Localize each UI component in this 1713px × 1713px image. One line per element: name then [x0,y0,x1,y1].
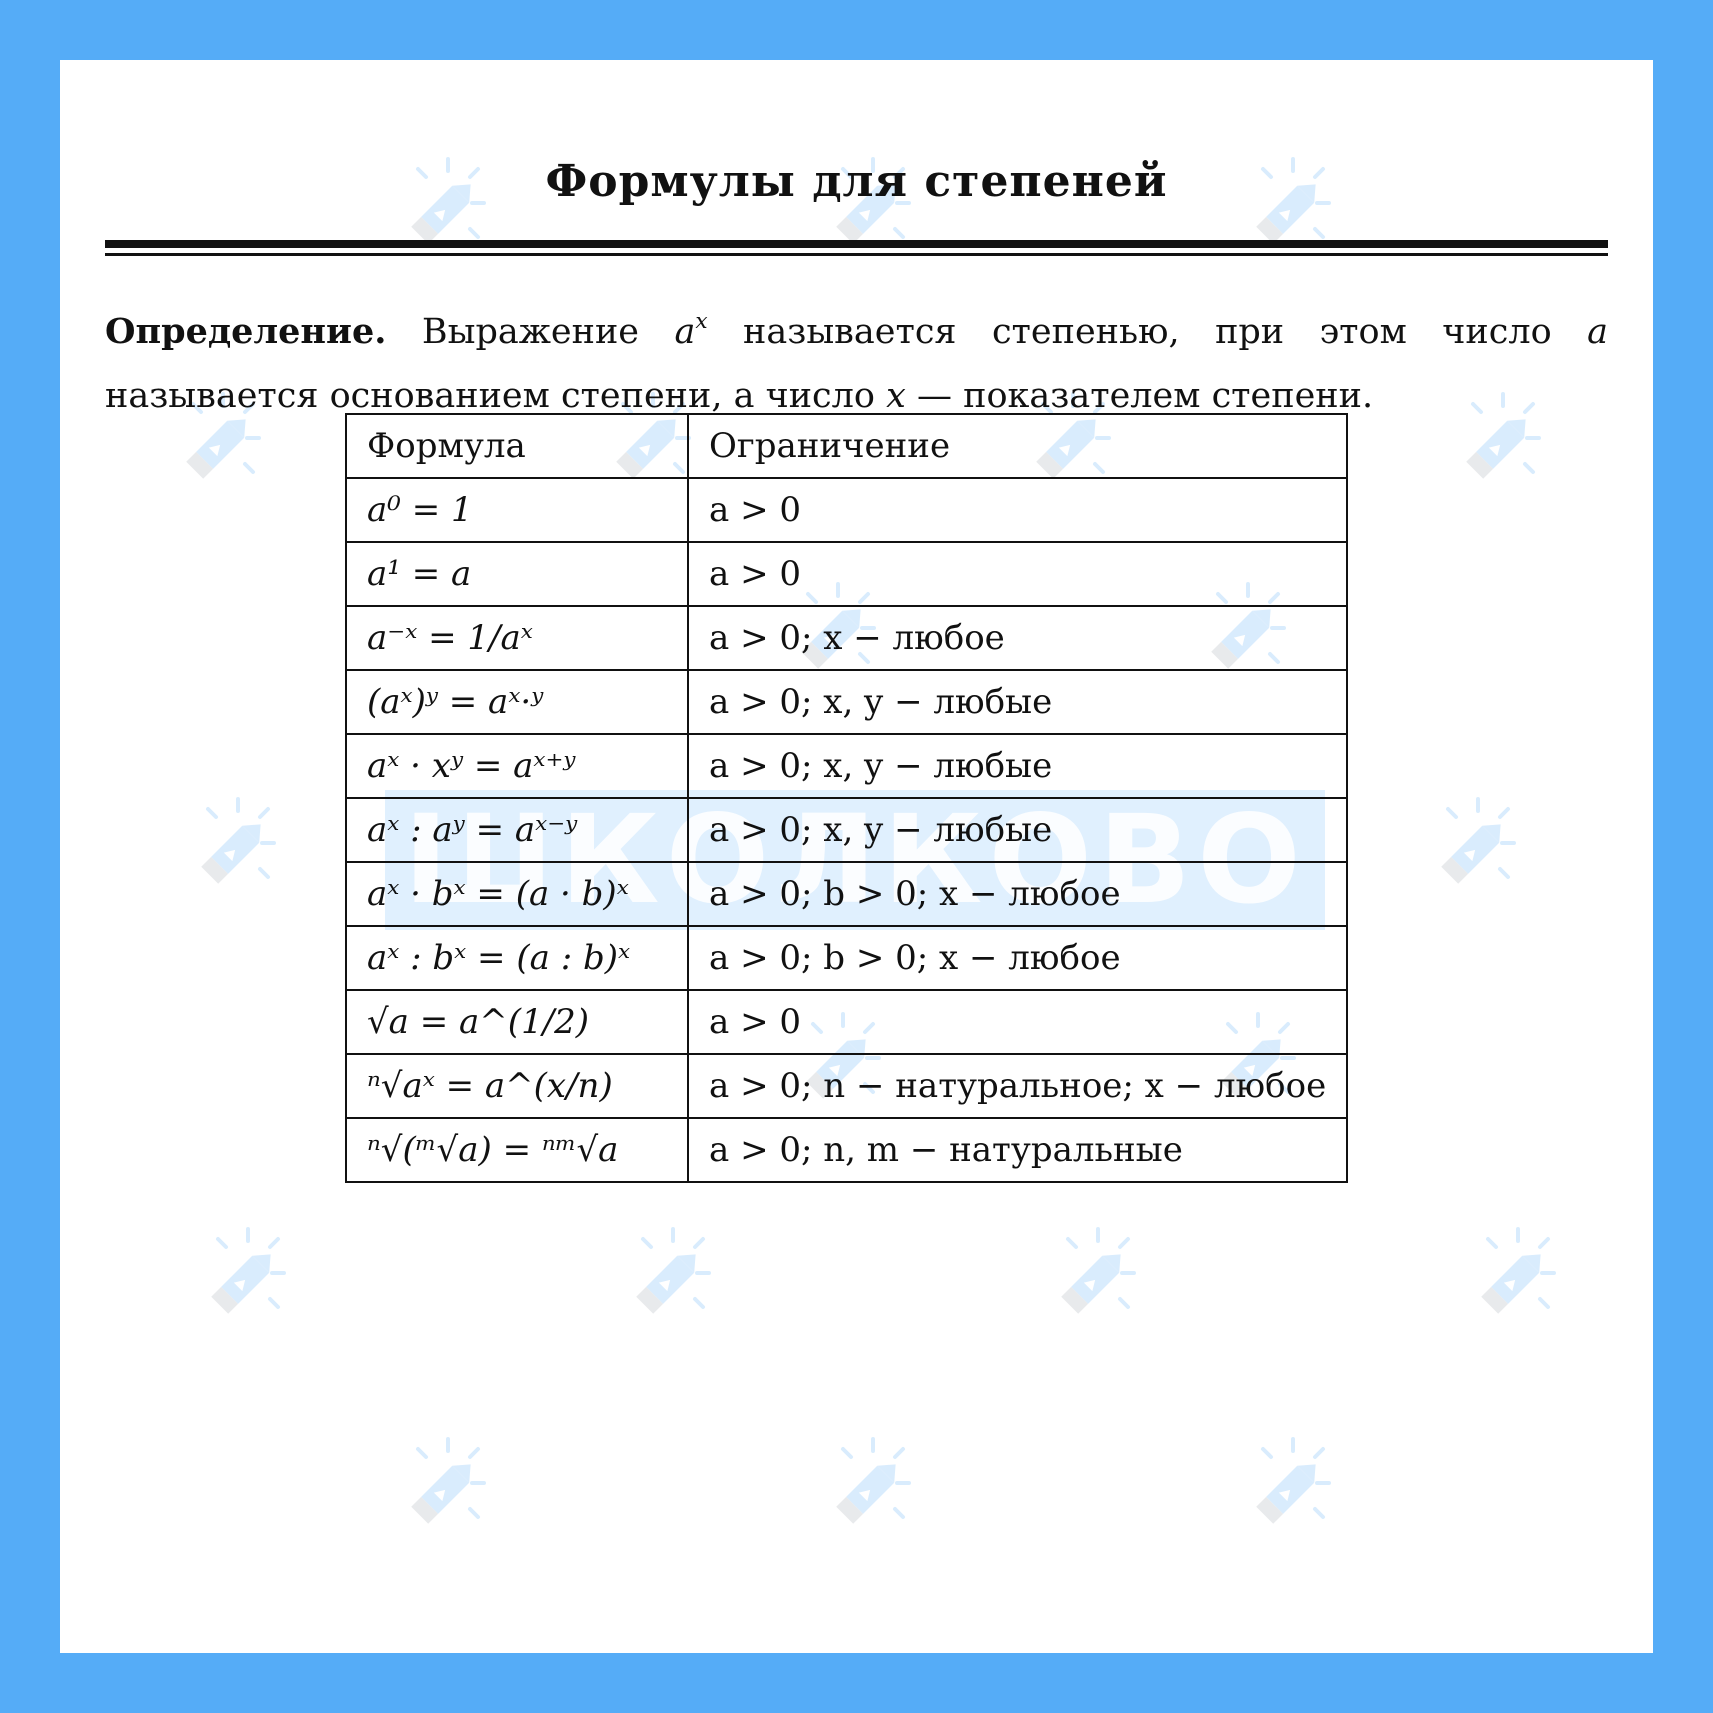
title-rule-thick [105,240,1608,248]
definition-text-3: называется основанием степени, а число [105,376,875,416]
formula-cell: a⁻ˣ = 1/aˣ [345,605,689,671]
restriction-cell: a > 0 [686,989,1349,1055]
restriction-cell: a > 0; x, y − любые [686,797,1349,863]
definition-text-4: — показателем степени. [916,376,1374,416]
table-row: a¹ = aa > 0 [345,541,1349,607]
restriction-cell: a > 0; n − натуральное; x − любое [686,1053,1349,1119]
formula-cell: √a = a^(1/2) [345,989,689,1055]
formula-cell: a⁰ = 1 [345,477,689,543]
table-row: ⁿ√aˣ = a^(x/n) a > 0; n − натуральное; x … [345,1053,1349,1119]
table-row: aˣ : aʸ = aˣ⁻ʸ a > 0; x, y − любые [345,797,1349,863]
restriction-cell: a > 0 [686,541,1349,607]
table-row: a⁰ = 1a > 0 [345,477,1349,543]
formula-cell: (aˣ)ʸ = aˣ·ʸ [345,669,689,735]
definition-label: Определение. [105,311,387,352]
pencil-logo-icon [200,1225,296,1321]
definition-exp-var: x [886,376,906,416]
restriction-cell: a > 0; n, m − натуральные [686,1117,1349,1183]
restriction-cell: a > 0; x, y − любые [686,733,1349,799]
restriction-cell: a > 0; x − любое [686,605,1349,671]
formula-cell: a¹ = a [345,541,689,607]
restriction-cell: a > 0; x, y − любые [686,669,1349,735]
formula-cell: aˣ : bˣ = (a : b)ˣ [345,925,689,991]
document-sheet: ШКОЛКОВО Формулы для степеней Определени… [60,60,1653,1653]
formula-cell: ⁿ√(ᵐ√a) = ⁿᵐ√a [345,1117,689,1183]
table-row: ⁿ√(ᵐ√a) = ⁿᵐ√a a > 0; n, m − натуральные [345,1117,1349,1183]
pencil-logo-icon [190,795,286,891]
title-rule [60,120,1653,320]
formulas-table: Формула Ограничение a⁰ = 1a > 0 a¹ = aa >… [345,413,1349,1183]
pencil-logo-icon [1470,1225,1566,1321]
pencil-logo-icon [625,1225,721,1321]
header-formula: Формула [345,413,689,479]
table-header-row: Формула Ограничение [345,413,1349,479]
definition-base-var: a [1587,312,1608,352]
formula-cell: aˣ : aʸ = aˣ⁻ʸ [345,797,689,863]
pencil-logo-icon [1050,1225,1146,1321]
pencil-logo-icon [400,1435,496,1531]
restriction-cell: a > 0; b > 0; x − любое [686,925,1349,991]
formula-cell: aˣ · bˣ = (a · b)ˣ [345,861,689,927]
definition-paragraph: Определение. Выражение ax называется сте… [105,300,1608,428]
table-row: √a = a^(1/2) a > 0 [345,989,1349,1055]
pencil-logo-icon [1430,795,1526,891]
formula-cell: ⁿ√aˣ = a^(x/n) [345,1053,689,1119]
restriction-cell: a > 0; b > 0; x − любое [686,861,1349,927]
title-rule-thin [105,253,1608,256]
table-row: aˣ · xʸ = aˣ⁺ʸ a > 0; x, y − любые [345,733,1349,799]
table-row: (aˣ)ʸ = aˣ·ʸ a > 0; x, y − любые [345,669,1349,735]
definition-text-1: Выражение [421,312,640,352]
definition-text-2: называется степенью, при этом число [743,312,1552,352]
table-row: a⁻ˣ = 1/aˣ a > 0; x − любое [345,605,1349,671]
table-row: aˣ · bˣ = (a · b)ˣ a > 0; b > 0; x − любо… [345,861,1349,927]
pencil-logo-icon [1245,1435,1341,1531]
table-row: aˣ : bˣ = (a : b)ˣ a > 0; b > 0; x − любо… [345,925,1349,991]
pencil-logo-icon [825,1435,921,1531]
restriction-cell: a > 0 [686,477,1349,543]
formula-cell: aˣ · xʸ = aˣ⁺ʸ [345,733,689,799]
definition-expr: ax [674,308,708,352]
header-restriction: Ограничение [686,413,1349,479]
